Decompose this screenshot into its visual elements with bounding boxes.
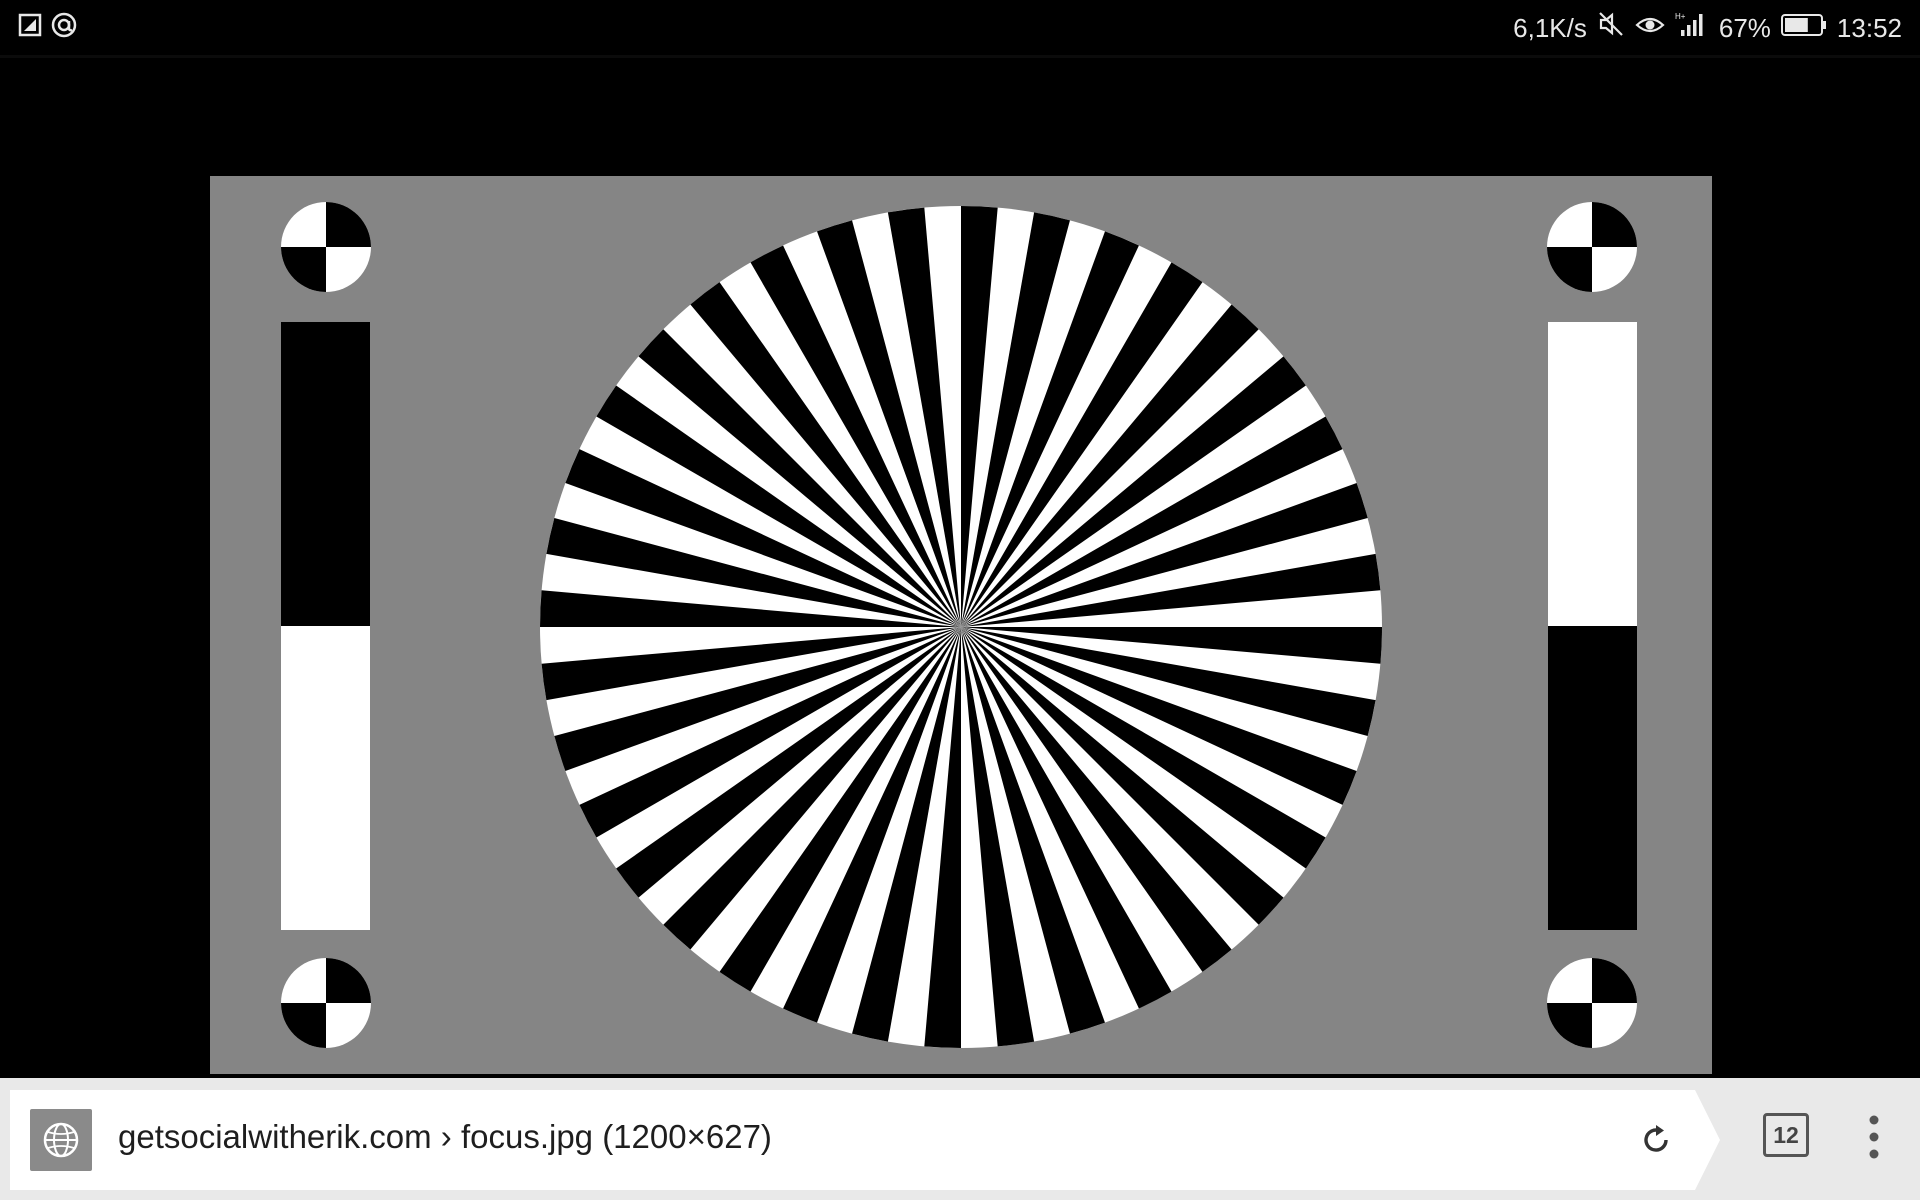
tab-count-button[interactable]: 12 <box>1763 1113 1809 1157</box>
eye-icon <box>1635 11 1665 45</box>
battery-icon <box>1780 11 1827 45</box>
more-vertical-icon[interactable] <box>1850 1108 1898 1166</box>
focus-target-bottom-right <box>1547 958 1637 1048</box>
focus-target-bottom-left <box>281 958 371 1048</box>
status-right-icons: 6,1K/s H+ 67% 13:52 <box>1513 10 1902 46</box>
network-speed: 6,1K/s <box>1513 13 1587 43</box>
focus-chart-image <box>210 176 1712 1079</box>
clock: 13:52 <box>1836 13 1902 43</box>
url-card[interactable]: getsocialwitherik.com › focus.jpg (1200×… <box>10 1090 1720 1190</box>
battery-percent: 67% <box>1718 13 1771 43</box>
contrast-bar-left <box>281 322 370 930</box>
mute-icon <box>1597 10 1625 46</box>
signal-icon: H+ <box>1675 10 1709 46</box>
reload-button[interactable] <box>1632 1116 1680 1164</box>
address-bar: getsocialwitherik.com › focus.jpg (1200×… <box>0 1078 1920 1200</box>
focus-target-top-left <box>281 202 371 292</box>
reload-icon <box>1644 1125 1668 1152</box>
globe-icon <box>30 1109 92 1171</box>
image-viewer[interactable] <box>0 58 1920 1074</box>
focus-target-top-right <box>1547 202 1637 292</box>
status-left-icons <box>18 11 78 44</box>
url-text[interactable]: getsocialwitherik.com › focus.jpg (1200×… <box>118 1118 772 1156</box>
notification-icon <box>18 13 42 42</box>
status-bar: 6,1K/s H+ 67% 13:52 <box>0 0 1920 55</box>
at-icon <box>50 11 78 44</box>
contrast-bar-right <box>1548 322 1637 930</box>
starburst-pattern <box>540 206 1382 1048</box>
svg-text:H+: H+ <box>1675 12 1686 21</box>
